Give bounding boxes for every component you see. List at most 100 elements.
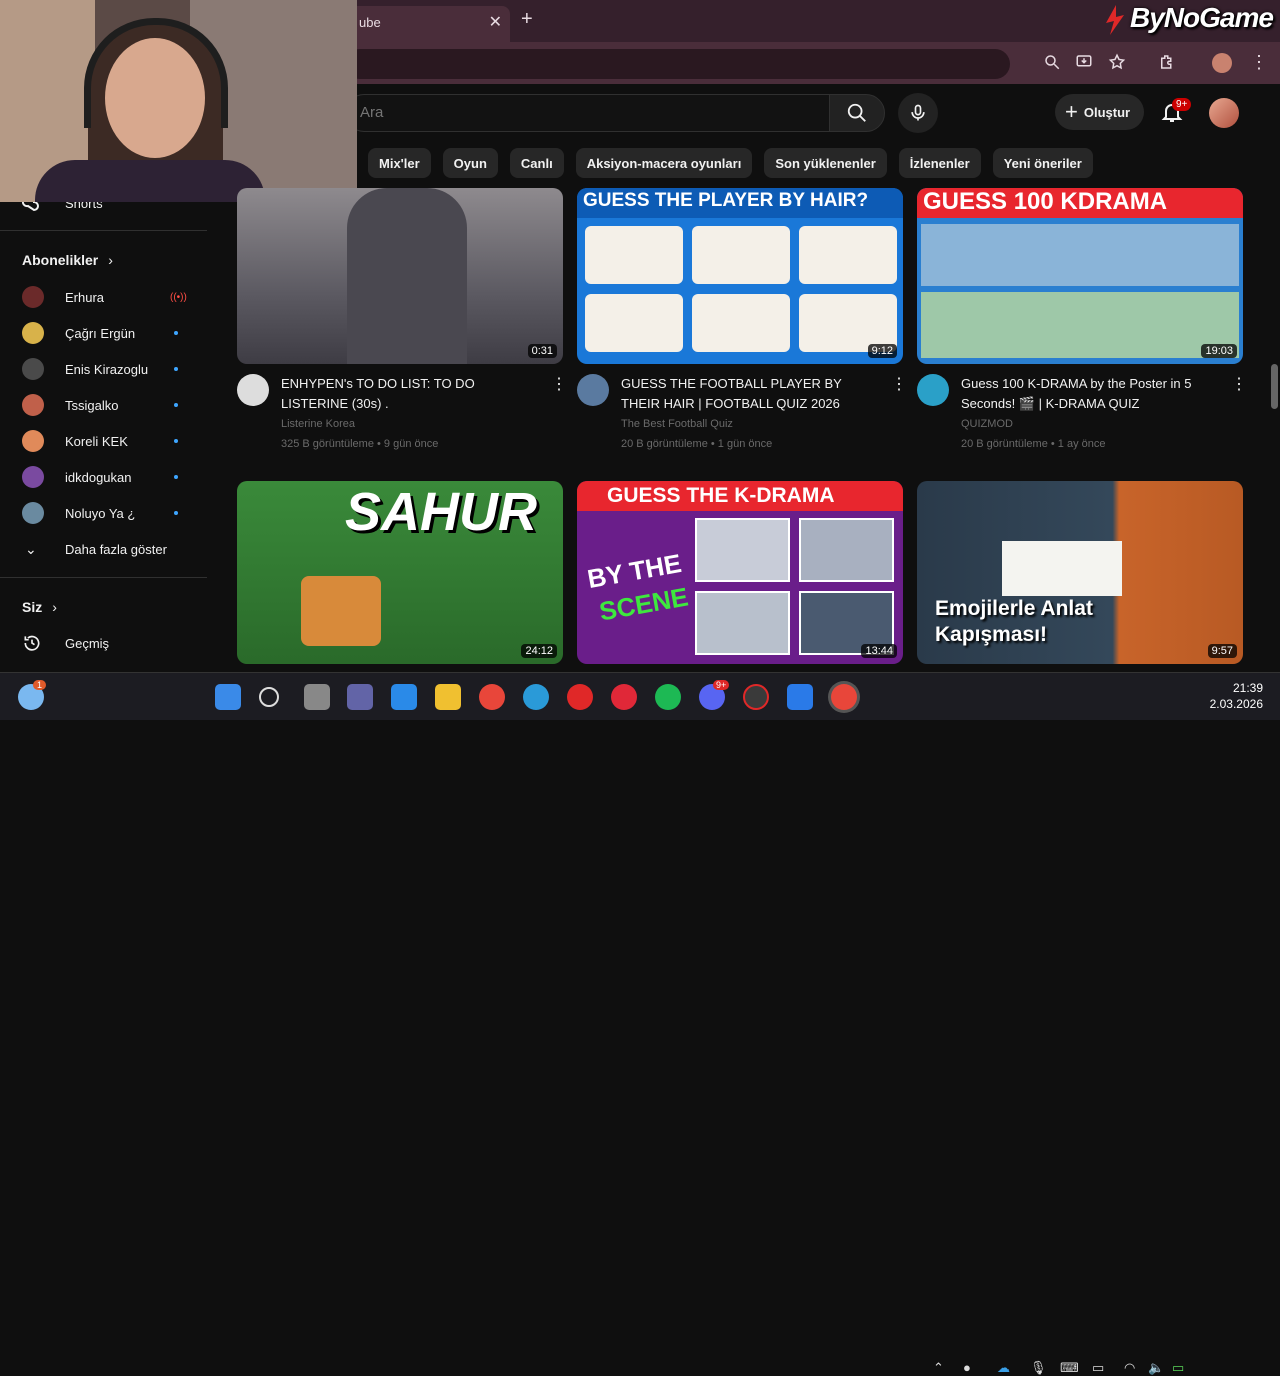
- chrome-icon[interactable]: [479, 684, 505, 710]
- video-thumbnail[interactable]: SAHUR 24:12: [237, 481, 563, 664]
- wifi-icon[interactable]: ◠: [1124, 1360, 1135, 1376]
- tab-close-button[interactable]: ✕: [489, 12, 502, 32]
- channel-avatar[interactable]: [577, 374, 609, 406]
- file-explorer-icon[interactable]: [435, 684, 461, 710]
- clock-time: 21:39: [1232, 681, 1263, 695]
- video-menu-icon[interactable]: ⋮: [891, 374, 907, 394]
- search-field[interactable]: [345, 94, 830, 132]
- sidebar-item-label: Tssigalko: [65, 397, 119, 413]
- sidebar-item-enis-kirazoglu[interactable]: Enis Kirazoglu: [0, 351, 207, 387]
- webcam-person: [35, 160, 265, 202]
- video-thumbnail[interactable]: GUESS THE PLAYER BY HAIR? 9:12: [577, 188, 903, 364]
- display-icon[interactable]: ▭: [1092, 1360, 1104, 1376]
- video-duration: 19:03: [1201, 344, 1237, 358]
- video-title[interactable]: Guess 100 K-DRAMA by the Poster in 5 Sec…: [961, 374, 1221, 414]
- store-icon[interactable]: [391, 684, 417, 710]
- page-scrollbar[interactable]: [1268, 86, 1280, 672]
- edge-icon[interactable]: [523, 684, 549, 710]
- windows-start-icon[interactable]: [215, 684, 241, 710]
- history-icon: [24, 635, 40, 651]
- youtube-app-icon[interactable]: [567, 684, 593, 710]
- show-more-label: Daha fazla göster: [65, 541, 167, 557]
- chip-new-to-you[interactable]: Yeni öneriler: [992, 148, 1093, 178]
- video-menu-icon[interactable]: ⋮: [1231, 374, 1247, 394]
- onedrive-icon[interactable]: ☁: [997, 1360, 1010, 1376]
- extensions-icon[interactable]: [1158, 53, 1180, 75]
- thumbnail-panel: [695, 591, 790, 655]
- voice-search-button[interactable]: [898, 93, 938, 133]
- thumbnail-panel: [585, 294, 683, 352]
- video-thumbnail[interactable]: GUESS THE K-DRAMA BY THE SCENE 13:44: [577, 481, 903, 664]
- volume-icon[interactable]: 🔈: [1148, 1360, 1164, 1376]
- microphone-tray-icon[interactable]: 🎙: [1030, 1360, 1047, 1376]
- sidebar-item-label: Geçmiş: [65, 635, 110, 651]
- create-button[interactable]: + Oluştur: [1055, 94, 1144, 130]
- thumbnail-panel: [692, 226, 790, 284]
- search-icon: [847, 103, 866, 122]
- battery-icon[interactable]: ▭: [1172, 1360, 1184, 1376]
- sidebar-item-cagri-ergun[interactable]: Çağrı Ergün: [0, 315, 207, 351]
- tray-app-icon[interactable]: ●: [963, 1360, 971, 1375]
- sidebar-item-idkdogukan[interactable]: idkdogukan: [0, 459, 207, 495]
- search-input[interactable]: [360, 104, 800, 121]
- video-meta: 20 B görüntüleme • 1 gün önce: [621, 438, 773, 450]
- thumbnail-panel: [921, 224, 1239, 286]
- address-bar[interactable]: [345, 49, 1010, 79]
- video-thumbnail[interactable]: Emojilerle Anlat Kapışması! 9:57: [917, 481, 1243, 664]
- new-content-dot: [174, 331, 178, 335]
- sidebar-item-tssigalko[interactable]: Tssigalko: [0, 387, 207, 423]
- browser-menu-icon[interactable]: ⋮: [1250, 52, 1268, 73]
- new-tab-button[interactable]: +: [521, 8, 533, 31]
- chip-recently-uploaded[interactable]: Son yüklenenler: [764, 148, 887, 178]
- opera-icon[interactable]: [611, 684, 637, 710]
- search-button[interactable]: [829, 94, 885, 132]
- channel-avatar[interactable]: [917, 374, 949, 406]
- browser-tab[interactable]: ube ✕: [345, 6, 510, 42]
- sidebar-item-history[interactable]: Geçmiş: [0, 625, 207, 661]
- sidebar-item-label: Erhura: [65, 289, 105, 305]
- app-icon[interactable]: [787, 684, 813, 710]
- video-thumbnail[interactable]: 0:31: [237, 188, 563, 364]
- microphone-icon: [911, 104, 925, 121]
- browser-profile-avatar[interactable]: [1212, 53, 1232, 73]
- tab-title: ube: [359, 15, 381, 30]
- keyboard-icon[interactable]: ⌨: [1060, 1360, 1079, 1376]
- zoom-icon[interactable]: [1043, 53, 1065, 75]
- channel-avatar[interactable]: [237, 374, 269, 406]
- chip-watched[interactable]: İzlenenler: [898, 148, 981, 178]
- sidebar-item-erhura[interactable]: Erhura ((•)): [0, 279, 207, 315]
- teams-icon[interactable]: [347, 684, 373, 710]
- show-more-button[interactable]: ⌄ Daha fazla göster: [0, 531, 207, 567]
- bookmark-star-icon[interactable]: [1108, 53, 1130, 75]
- you-header[interactable]: Siz ›: [22, 599, 57, 615]
- taskbar-clock[interactable]: 21:39 2.03.2026: [1205, 680, 1263, 712]
- thumbnail-food: [301, 576, 381, 646]
- chip-live[interactable]: Canlı: [509, 148, 564, 178]
- install-app-icon[interactable]: [1075, 53, 1097, 75]
- chrome-active-icon[interactable]: [831, 684, 857, 710]
- video-menu-icon[interactable]: ⋮: [551, 374, 567, 394]
- account-avatar[interactable]: [1209, 98, 1239, 128]
- sidebar-item-koreli-kek[interactable]: Koreli KEK: [0, 423, 207, 459]
- chip-action-adventure[interactable]: Aksiyon-macera oyunları: [575, 148, 753, 178]
- plus-icon: +: [1065, 99, 1078, 124]
- video-thumbnail[interactable]: GUESS 100 KDRAMA 19:03: [917, 188, 1243, 364]
- chip-mixes[interactable]: Mix'ler: [368, 148, 431, 178]
- thumbnail-panel: [692, 294, 790, 352]
- video-title[interactable]: ENHYPEN's TO DO LIST: TO DO LISTERINE (3…: [281, 374, 541, 414]
- sidebar-item-noluyo-ya[interactable]: Noluyo Ya ¿: [0, 495, 207, 531]
- windows-taskbar: 1 9+ ⌃ ● ☁ 🎙 ⌨ ▭ ◠ 🔈 ▭: [0, 672, 1280, 1375]
- spotify-icon[interactable]: [655, 684, 681, 710]
- scrollbar-thumb[interactable]: [1271, 364, 1278, 409]
- tray-expand-icon[interactable]: ⌃: [933, 1360, 944, 1376]
- video-channel[interactable]: QUIZMOD: [961, 414, 1221, 434]
- task-view-icon[interactable]: [304, 684, 330, 710]
- search-icon[interactable]: [259, 687, 279, 707]
- subscriptions-title: Abonelikler: [22, 252, 99, 268]
- obs-icon[interactable]: [743, 684, 769, 710]
- subscriptions-header[interactable]: Abonelikler ›: [22, 252, 113, 268]
- video-channel[interactable]: Listerine Korea: [281, 414, 541, 434]
- video-title[interactable]: GUESS THE FOOTBALL PLAYER BY THEIR HAIR …: [621, 374, 881, 414]
- video-channel[interactable]: The Best Football Quiz: [621, 414, 881, 434]
- chip-gaming[interactable]: Oyun: [442, 148, 498, 178]
